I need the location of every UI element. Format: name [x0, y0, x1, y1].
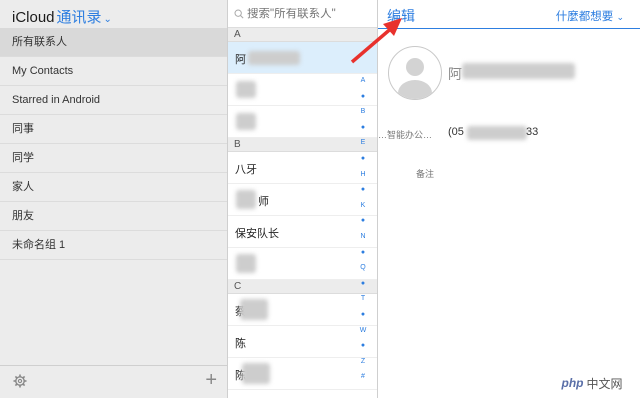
contact-row[interactable]: 陈	[228, 326, 377, 358]
index-letter[interactable]: W	[357, 323, 369, 339]
gear-icon[interactable]	[13, 374, 27, 388]
group-item[interactable]: 同事	[0, 115, 227, 144]
watermark-text: 中文网	[586, 376, 623, 391]
person-silhouette-icon	[398, 58, 432, 99]
group-item[interactable]: 家人	[0, 173, 227, 202]
detail-toolbar: 编辑 什麼都想要 ⌄	[378, 0, 640, 29]
section-header: A	[228, 28, 377, 42]
app-title: 通讯录	[56, 9, 102, 26]
contact-row[interactable]: 师	[228, 184, 377, 216]
index-letter[interactable]: #	[357, 369, 369, 385]
index-letter[interactable]: T	[357, 291, 369, 307]
search-bar	[228, 0, 377, 28]
section-header: C	[228, 280, 377, 294]
groups-sidebar: iCloud 通讯录 ⌄ 所有联系人 My Contacts Starred i…	[0, 0, 228, 398]
index-letter[interactable]: B	[357, 104, 369, 120]
group-item[interactable]: Starred in Android	[0, 86, 227, 115]
index-letter[interactable]: Q	[357, 260, 369, 276]
index-letter[interactable]: K	[357, 198, 369, 214]
contact-row[interactable]	[228, 248, 377, 280]
contact-row[interactable]: 保安队长	[228, 216, 377, 248]
contact-name: 阿	[235, 54, 246, 66]
sidebar-footer: +	[0, 365, 227, 398]
contact-row[interactable]: 阿	[228, 42, 377, 74]
index-dot[interactable]: ●	[357, 213, 369, 229]
brand-icloud: iCloud	[12, 9, 55, 26]
index-dot[interactable]: ●	[357, 89, 369, 105]
company-label: …智能办公…	[378, 130, 433, 140]
contact-row[interactable]: 八牙	[228, 152, 377, 184]
contact-row[interactable]	[228, 74, 377, 106]
note-label: 备注	[416, 169, 435, 179]
group-item[interactable]: 同学	[0, 144, 227, 173]
contact-row[interactable]: 蔡	[228, 294, 377, 326]
index-letter[interactable]: A	[357, 73, 369, 89]
index-dot[interactable]: ●	[357, 151, 369, 167]
plus-icon[interactable]: +	[205, 370, 217, 390]
group-item[interactable]: 朋友	[0, 202, 227, 231]
contact-name: 陈	[235, 338, 246, 350]
menu-button[interactable]: 什麼都想要 ⌄	[556, 8, 624, 24]
index-letter[interactable]: Z	[357, 354, 369, 370]
section-header: B	[228, 138, 377, 152]
index-dot[interactable]: ●	[357, 245, 369, 261]
php-watermark: php 中文网	[552, 372, 632, 394]
index-letter[interactable]: E	[357, 135, 369, 151]
menu-label: 什麼都想要	[555, 11, 614, 23]
contact-row[interactable]	[228, 106, 377, 138]
phone-suffix: 33	[526, 126, 539, 138]
chevron-down-icon: ⌄	[103, 14, 112, 25]
contact-detail: 编辑 什麼都想要 ⌄ 阿 …智能办公… (05 33 备注	[378, 0, 640, 398]
edit-button[interactable]: 编辑	[387, 6, 415, 26]
index-dot[interactable]: ●	[357, 182, 369, 198]
phone-prefix: (05	[448, 126, 464, 138]
group-item[interactable]: 未命名组 1	[0, 231, 227, 260]
index-dot[interactable]: ●	[357, 307, 369, 323]
contacts-list: A 阿 B 八牙 师 保安队长 C 蔡 陈 陈	[228, 0, 378, 398]
search-input[interactable]	[244, 7, 377, 20]
contact-name: 保安队长	[235, 228, 279, 240]
index-letter[interactable]: H	[357, 167, 369, 183]
contact-row[interactable]: 陈	[228, 358, 377, 390]
index-dot[interactable]: ●	[357, 120, 369, 136]
app-brand[interactable]: iCloud 通讯录 ⌄	[0, 0, 227, 28]
search-icon	[234, 9, 244, 19]
index-dot[interactable]: ●	[357, 338, 369, 354]
watermark-logo: php	[561, 376, 584, 390]
group-item[interactable]: My Contacts	[0, 57, 227, 86]
group-item[interactable]: 所有联系人	[0, 28, 227, 57]
contact-name-partial: 阿	[448, 66, 462, 82]
alphabet-index[interactable]: A ● B ● E ● H ● K ● N ● Q ● T ● W ● Z #	[357, 73, 369, 385]
index-dot[interactable]: ●	[357, 276, 369, 292]
chevron-down-icon: ⌄	[616, 12, 624, 22]
index-letter[interactable]: N	[357, 229, 369, 245]
contact-name: 师	[258, 196, 269, 208]
contact-name: 八牙	[235, 164, 257, 176]
contact-avatar	[388, 46, 442, 100]
